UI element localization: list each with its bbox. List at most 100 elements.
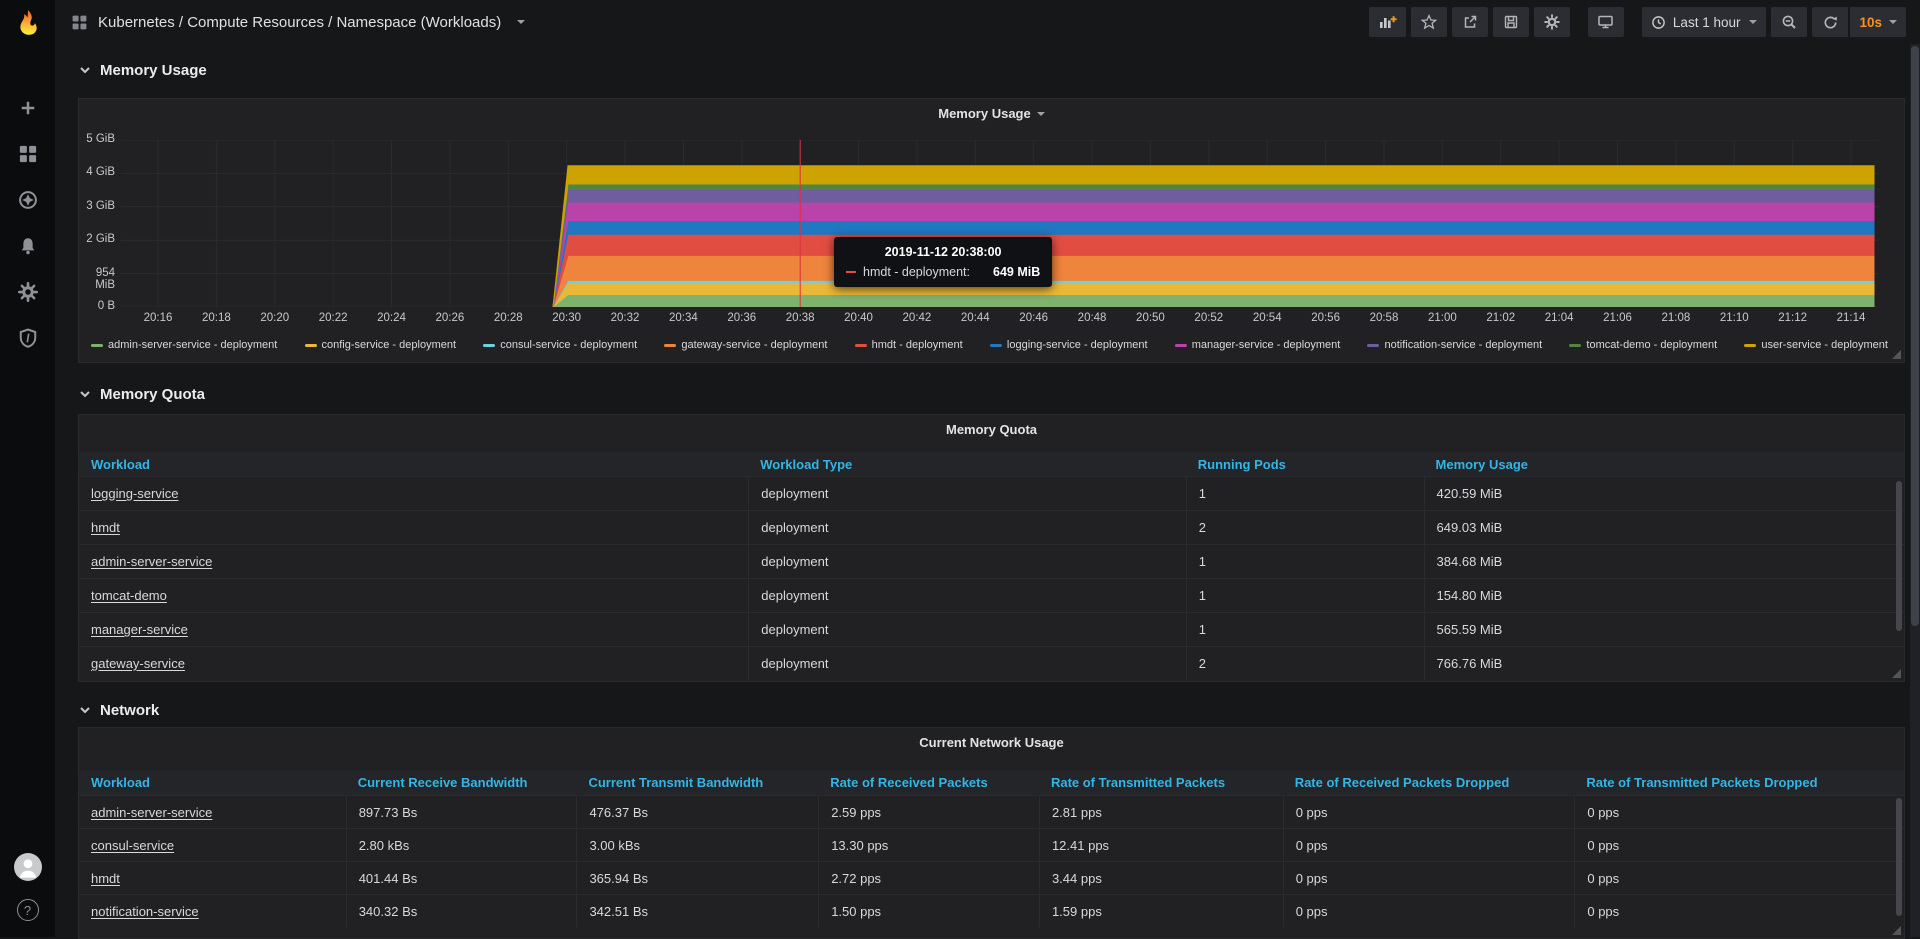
column-header[interactable]: Rate of Received Packets [818,775,1039,790]
workload-link[interactable]: gateway-service [91,656,185,671]
tooltip-series-dash [846,271,856,273]
panel-title-memory-quota[interactable]: Memory Quota [79,422,1904,437]
table-header-row: WorkloadCurrent Receive BandwidthCurrent… [79,770,1904,795]
x-tick-label: 20:44 [952,312,998,324]
table-scrollbar[interactable] [1896,798,1902,916]
row-network[interactable]: Network [78,700,1905,720]
admin-shield-icon[interactable] [18,328,38,348]
chart-legend: admin-server-service - deployment config-… [91,339,1888,351]
cycle-view-mode-button[interactable] [1588,7,1624,37]
table-row: logging-servicedeployment1420.59 MiB [79,476,1904,510]
add-icon[interactable] [18,98,38,118]
workload-link[interactable]: manager-service [91,622,188,637]
time-range-picker[interactable]: Last 1 hour [1642,7,1767,37]
cell: deployment [748,477,1186,510]
cell: 154.80 MiB [1424,579,1904,612]
x-tick-label: 20:28 [485,312,531,324]
y-tick-label: 5 GiB [79,133,115,145]
legend-label: hmdt - deployment [872,339,963,351]
share-dashboard-button[interactable] [1452,7,1488,37]
legend-item[interactable]: manager-service - deployment [1175,339,1341,351]
column-header[interactable]: Rate of Transmitted Packets Dropped [1574,775,1904,790]
workload-link[interactable]: tomcat-demo [91,588,167,603]
cell: hmdt [79,511,748,544]
dashboard-title[interactable]: Kubernetes / Compute Resources / Namespa… [71,14,525,31]
table-scrollbar[interactable] [1896,481,1902,631]
top-navbar: Kubernetes / Compute Resources / Namespa… [55,0,1920,44]
dashboards-grid-icon[interactable] [18,144,38,164]
x-tick-label: 20:56 [1303,312,1349,324]
cell: 0 pps [1283,862,1575,894]
cell: 384.68 MiB [1424,545,1904,578]
column-header[interactable]: Workload [79,457,748,472]
grafana-logo[interactable] [0,0,55,48]
clock-icon [1651,15,1666,30]
legend-item[interactable]: user-service - deployment [1744,339,1888,351]
workload-link[interactable]: logging-service [91,486,178,501]
legend-label: logging-service - deployment [1007,339,1148,351]
user-avatar[interactable] [14,853,42,881]
cell: deployment [748,511,1186,544]
workload-link[interactable]: hmdt [91,520,120,535]
panel-title-memory-usage[interactable]: Memory Usage [79,106,1904,121]
column-header[interactable]: Workload Type [748,457,1186,472]
panel-resize-handle[interactable] [1892,350,1901,359]
legend-label: notification-service - deployment [1384,339,1542,351]
cell: 0 pps [1574,796,1904,828]
legend-item[interactable]: notification-service - deployment [1367,339,1542,351]
workload-link[interactable]: notification-service [91,904,199,919]
configuration-gear-icon[interactable] [18,282,38,302]
memory-usage-panel: Memory Usage 5 GiB4 GiB3 GiB2 GiB954 MiB… [78,98,1905,363]
legend-item[interactable]: config-service - deployment [305,339,457,351]
zoom-out-time-button[interactable] [1771,7,1807,37]
legend-item[interactable]: logging-service - deployment [990,339,1148,351]
network-usage-panel: Current Network Usage WorkloadCurrent Re… [78,727,1905,939]
refresh-interval-picker[interactable]: 10s [1850,7,1906,37]
legend-item[interactable]: consul-service - deployment [483,339,637,351]
panel-resize-handle[interactable] [1892,926,1901,935]
gear-icon [1544,14,1560,30]
refresh-button[interactable] [1812,7,1848,37]
column-header[interactable]: Rate of Received Packets Dropped [1283,775,1575,790]
cell: 1.59 pps [1039,895,1283,927]
column-header[interactable]: Running Pods [1186,457,1424,472]
legend-item[interactable]: gateway-service - deployment [664,339,827,351]
page-scrollbar-thumb[interactable] [1911,46,1919,626]
explore-compass-icon[interactable] [18,190,38,210]
column-header[interactable]: Rate of Transmitted Packets [1039,775,1283,790]
page-title: Kubernetes / Compute Resources / Namespa… [98,14,501,31]
column-header[interactable]: Memory Usage [1424,457,1904,472]
cell: 1 [1186,545,1424,578]
x-tick-label: 20:20 [252,312,298,324]
row-memory-usage[interactable]: Memory Usage [78,60,1905,80]
cell: hmdt [79,862,346,894]
table-row: admin-server-servicedeployment1384.68 Mi… [79,544,1904,578]
help-icon[interactable]: ? [17,899,39,921]
cell: 0 pps [1283,829,1575,861]
workload-link[interactable]: admin-server-service [91,805,212,820]
y-tick-label: 954 MiB [79,267,115,291]
save-dashboard-button[interactable] [1493,7,1529,37]
workload-link[interactable]: consul-service [91,838,174,853]
x-tick-label: 20:40 [836,312,882,324]
dashboard-settings-button[interactable] [1534,7,1570,37]
legend-item[interactable]: admin-server-service - deployment [91,339,277,351]
legend-item[interactable]: tomcat-demo - deployment [1569,339,1717,351]
legend-color-dash [1744,344,1756,347]
cell: 401.44 Bs [346,862,577,894]
column-header[interactable]: Current Receive Bandwidth [346,775,577,790]
workload-link[interactable]: admin-server-service [91,554,212,569]
panel-title-network[interactable]: Current Network Usage [79,735,1904,750]
legend-item[interactable]: hmdt - deployment [855,339,963,351]
star-dashboard-button[interactable] [1411,7,1447,37]
panel-resize-handle[interactable] [1892,669,1901,678]
column-header[interactable]: Current Transmit Bandwidth [576,775,818,790]
tooltip-timestamp: 2019-11-12 20:38:00 [846,245,1040,259]
add-panel-button[interactable] [1369,7,1406,37]
column-header[interactable]: Workload [79,775,346,790]
row-memory-quota[interactable]: Memory Quota [78,384,1905,404]
legend-color-dash [1569,344,1581,347]
y-tick-label: 2 GiB [79,233,115,245]
alerting-bell-icon[interactable] [18,236,38,256]
workload-link[interactable]: hmdt [91,871,120,886]
